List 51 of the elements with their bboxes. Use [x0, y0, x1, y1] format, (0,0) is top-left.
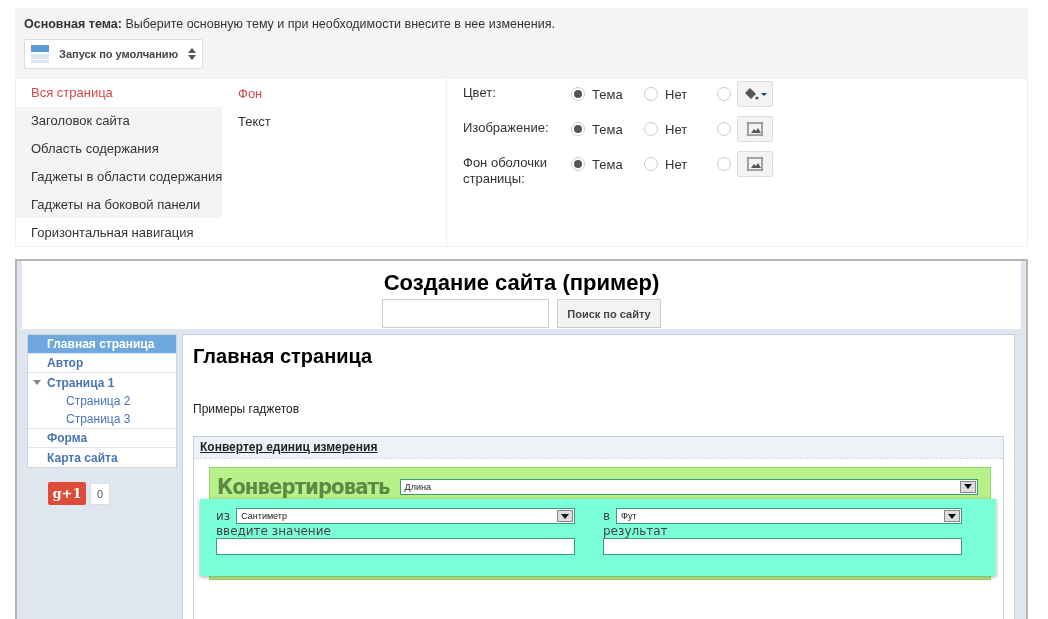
- property-label: Цвет:: [463, 85, 497, 101]
- gadget-title-link[interactable]: Конвертер единиц измерения: [194, 437, 1003, 459]
- radio-option[interactable]: Нет: [644, 85, 717, 103]
- expand-triangle-icon[interactable]: [33, 379, 41, 387]
- section-item[interactable]: Заголовок сайта: [16, 106, 222, 135]
- nav-link[interactable]: Страница 3: [28, 410, 176, 428]
- image-icon: [746, 156, 764, 172]
- to-label: в: [603, 509, 611, 523]
- converter-heading: Конвертировать: [217, 474, 390, 499]
- result-field[interactable]: [603, 538, 962, 555]
- search-field[interactable]: [382, 299, 550, 328]
- section-item[interactable]: Гаджеты в области содержания: [16, 162, 222, 191]
- theme-description: Основная тема: Выберите основную тему и при необходимости внесите в нее изменения.: [24, 17, 556, 31]
- radio-button[interactable]: [717, 155, 731, 173]
- search-button[interactable]: Поиск по сайту: [557, 299, 661, 328]
- nav-link[interactable]: Страница 1: [28, 373, 176, 392]
- radio-option[interactable]: Тема: [571, 155, 644, 173]
- nav-link[interactable]: Страница 2: [28, 392, 176, 410]
- paint-bucket-icon: [743, 87, 767, 101]
- theme-thumbnail-icon: [31, 45, 49, 63]
- site-title: Создание сайта (пример): [383, 270, 660, 296]
- property-label: Изображение:: [463, 120, 550, 136]
- image-icon: [746, 121, 764, 137]
- radio-button[interactable]: [717, 120, 731, 138]
- radio-option[interactable]: Нет: [644, 120, 717, 138]
- from-unit-select[interactable]: Сантиметр: [236, 508, 575, 524]
- page-title: Главная страница: [193, 345, 374, 368]
- image-picker-button[interactable]: [737, 151, 773, 177]
- result-label: результат: [603, 524, 669, 538]
- image-picker-button[interactable]: [737, 116, 773, 142]
- section-item[interactable]: Область содержания: [16, 134, 222, 163]
- nav-link[interactable]: Карта сайта: [28, 448, 176, 467]
- radio-option[interactable]: Нет: [644, 155, 717, 173]
- intro-text: Примеры гаджетов: [193, 402, 301, 416]
- from-label: из: [216, 509, 231, 523]
- radio-option[interactable]: Тема: [571, 120, 644, 138]
- nav-link[interactable]: Форма: [28, 429, 176, 448]
- nav-link[interactable]: Автор: [28, 354, 176, 373]
- to-unit-select[interactable]: Фут: [616, 508, 962, 524]
- section-item[interactable]: Гаджеты на боковой панели: [16, 190, 222, 219]
- plus-one-count: 0: [90, 482, 111, 505]
- theme-dropdown[interactable]: Запуск по умолчанию: [24, 39, 204, 69]
- sort-arrows-icon: [188, 48, 197, 60]
- category-select[interactable]: Длина: [399, 478, 978, 495]
- value-input[interactable]: [216, 538, 575, 555]
- input-label: введите значение: [216, 524, 332, 538]
- plus-one-button[interactable]: g+1: [48, 482, 86, 505]
- property-label: Фон оболочки страницы:: [463, 155, 548, 187]
- radio-option[interactable]: Тема: [571, 85, 644, 103]
- radio-button[interactable]: [717, 85, 731, 103]
- color-picker-button[interactable]: [737, 81, 773, 107]
